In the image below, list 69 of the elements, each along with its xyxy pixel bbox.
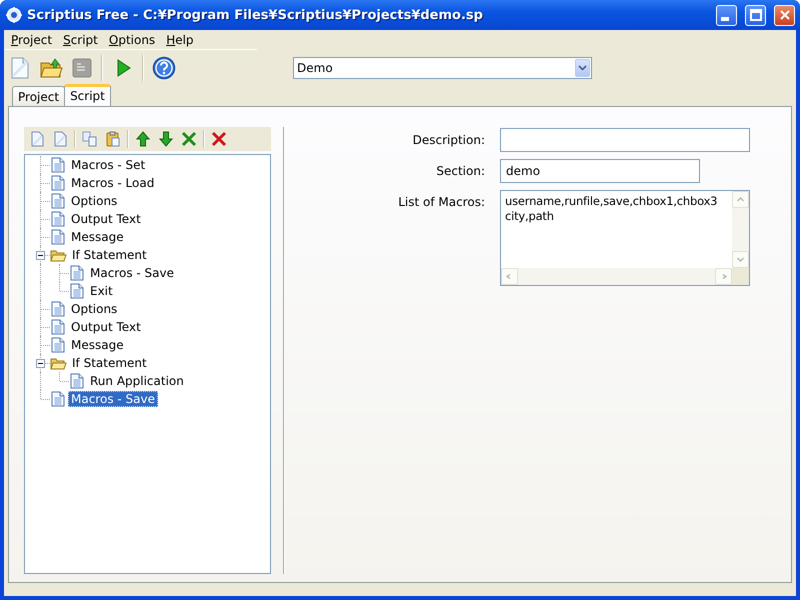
tab[interactable]: Script [64,84,111,106]
tree-item[interactable]: Options [68,301,120,317]
chevron-icon [720,274,727,279]
page-icon [69,373,85,389]
help-button[interactable] [150,54,177,82]
collapse-toggle[interactable] [36,251,45,260]
page-icon [50,319,66,335]
page-icon [50,157,66,173]
maximize-button[interactable] [745,4,766,26]
text-field[interactable]: demo [500,159,700,183]
app-icon [6,7,22,23]
collapse-toggle[interactable] [36,359,45,368]
page-icon [52,131,68,147]
chevron-icon [737,257,744,262]
tree-item[interactable]: Message [68,337,127,353]
menu-item[interactable]: Project [7,32,60,46]
menu-item[interactable]: Script [59,32,105,46]
tree-item[interactable]: Macros - Save [68,391,158,407]
close-button[interactable] [774,4,795,26]
page-icon [69,265,85,281]
page-icon [50,229,66,245]
field-label: Section: [435,163,485,178]
field-label: Description: [412,132,485,147]
tree-item[interactable]: Output Text [68,319,144,335]
move-up-button[interactable] [133,129,153,149]
page-icon [50,211,66,227]
menu-item[interactable]: Options [104,32,162,46]
maximize-icon [748,8,762,22]
tree-item[interactable]: Options [68,193,120,209]
scrollbar-corner [732,268,749,285]
up-arrow-icon [135,131,151,147]
chevron-icon [737,197,744,202]
page-icon [50,337,66,353]
page-icon [29,131,45,147]
down-arrow-icon [158,131,174,147]
copy-icon [82,131,98,147]
tree-item[interactable]: Run Application [87,373,187,389]
folder-icon [38,56,62,80]
cross-icon [181,131,197,147]
tree-item[interactable]: Message [68,229,127,245]
tree-item[interactable]: If Statement [69,247,150,263]
remove-button[interactable] [179,129,199,149]
page-icon [50,301,66,317]
document-icon [70,56,94,80]
tree-item[interactable]: Output Text [68,211,144,227]
clipboard-icon [105,131,121,147]
tree-item[interactable]: Exit [87,283,116,299]
page-icon [69,283,85,299]
minimize-button[interactable] [716,4,737,26]
minimize-icon [720,16,728,20]
menu-item[interactable]: Help [162,32,201,46]
field-label: List of Macros: [397,194,485,209]
script-dropdown[interactable]: Demo [293,57,592,79]
close-icon [778,8,792,22]
cross-icon [211,131,227,147]
window-title: Scriptius Free - C:¥Program Files¥Scriptius¥Projects¥demo.sp [27,8,484,22]
delete-button[interactable] [209,129,229,149]
page-icon [50,193,66,209]
text-field[interactable] [500,128,750,152]
tab[interactable]: Project [12,86,66,106]
page-icon [50,175,66,191]
page-icon [50,391,66,407]
tree-item[interactable]: Macros - Load [68,175,158,191]
chevron-icon [506,274,513,279]
move-down-button[interactable] [156,129,176,149]
tree-item[interactable]: Macros - Set [68,157,148,173]
tree-item[interactable]: If Statement [69,355,150,371]
help-icon [152,56,176,80]
tree-item[interactable]: Macros - Save [87,265,177,281]
